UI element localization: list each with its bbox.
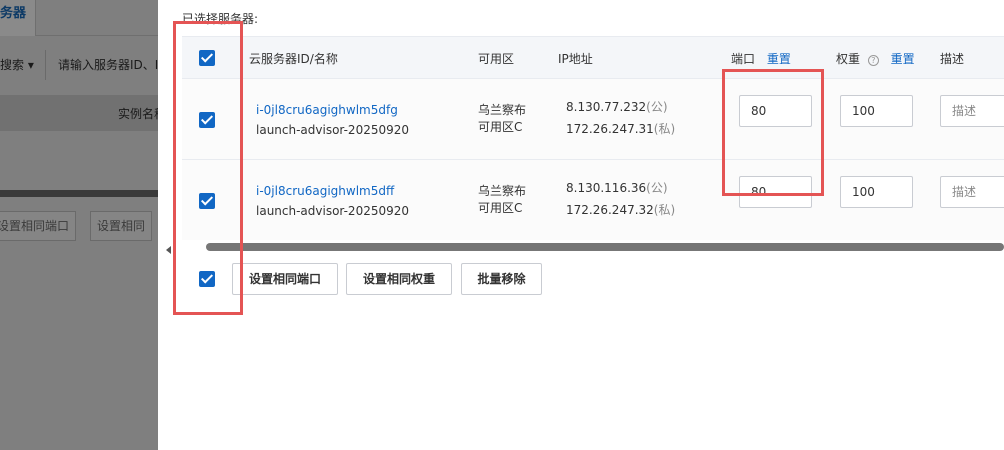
selected-servers-table: 云服务器ID/名称 可用区 IP地址 端口 重置 权重 ? 重置 描述 i-0j… bbox=[182, 36, 1004, 240]
bg-tab: 务器 bbox=[0, 0, 36, 36]
table-row: i-0jl8cru6agighwlm5dfg launch-advisor-20… bbox=[182, 78, 1004, 159]
bg-search-dropdown: 搜索 ▾ bbox=[0, 50, 46, 80]
private-ip: 172.26.247.31(私) bbox=[566, 122, 676, 136]
weight-input[interactable]: 100 bbox=[840, 95, 913, 127]
public-ip: 8.130.116.36(公) bbox=[566, 181, 668, 195]
port-reset-link[interactable]: 重置 bbox=[767, 52, 791, 66]
weight-reset-link[interactable]: 重置 bbox=[891, 52, 915, 66]
bg-scrollbar bbox=[0, 190, 158, 197]
select-all-checkbox[interactable] bbox=[199, 50, 215, 66]
weight-input[interactable]: 100 bbox=[840, 176, 913, 208]
zone-name: 可用区C bbox=[478, 201, 523, 215]
private-ip: 172.26.247.32(私) bbox=[566, 203, 676, 217]
row-checkbox[interactable] bbox=[199, 193, 215, 209]
bg-same-port-button: 设置相同端口 bbox=[0, 211, 77, 241]
column-desc: 描述 bbox=[940, 52, 965, 66]
selected-servers-drawer: 已选择服务器: 云服务器ID/名称 可用区 IP地址 端口 重置 权重 ? 重置… bbox=[158, 0, 1004, 450]
column-server: 云服务器ID/名称 bbox=[249, 52, 338, 66]
help-icon[interactable]: ? bbox=[867, 55, 879, 66]
column-port: 端口 重置 bbox=[731, 50, 791, 67]
same-weight-button[interactable]: 设置相同权重 bbox=[346, 263, 452, 295]
section-title: 已选择服务器: bbox=[182, 12, 259, 26]
server-name: launch-advisor-20250920 bbox=[256, 123, 410, 137]
server-name: launch-advisor-20250920 bbox=[256, 204, 410, 218]
scroll-left-arrow-icon[interactable] bbox=[166, 246, 171, 254]
bg-same-weight-button: 设置相同 bbox=[90, 211, 153, 241]
bulk-remove-button[interactable]: 批量移除 bbox=[461, 263, 542, 295]
public-ip: 8.130.77.232(公) bbox=[566, 100, 668, 114]
same-port-button[interactable]: 设置相同端口 bbox=[232, 263, 338, 295]
column-port-label: 端口 bbox=[731, 52, 756, 66]
bulk-select-checkbox[interactable] bbox=[199, 271, 215, 287]
port-input[interactable]: 80 bbox=[739, 176, 812, 208]
zone-name: 可用区C bbox=[478, 120, 523, 134]
bg-tab-label: 务器 bbox=[0, 6, 27, 21]
bg-search-input: 请输入服务器ID、I bbox=[58, 58, 158, 72]
port-input[interactable]: 80 bbox=[739, 95, 812, 127]
table-header: 云服务器ID/名称 可用区 IP地址 端口 重置 权重 ? 重置 描述 bbox=[182, 36, 1004, 78]
bg-column-instance-name: 实例名称 bbox=[118, 107, 158, 121]
horizontal-scrollbar[interactable] bbox=[206, 243, 1004, 251]
column-weight-label: 权重 bbox=[836, 52, 861, 66]
column-ip: IP地址 bbox=[558, 52, 593, 66]
description-input[interactable]: 描述 bbox=[940, 176, 1004, 208]
bg-table-header: 实例名称 bbox=[0, 95, 158, 131]
description-input[interactable]: 描述 bbox=[940, 95, 1004, 127]
column-zone: 可用区 bbox=[478, 52, 515, 66]
table-row: i-0jl8cru6agighwlm5dff launch-advisor-20… bbox=[182, 159, 1004, 240]
background-page: 务器 搜索 ▾ 请输入服务器ID、I 实例名称 设置相同端口 设置相同 bbox=[0, 0, 158, 450]
server-id-link[interactable]: i-0jl8cru6agighwlm5dfg bbox=[256, 101, 398, 120]
server-id-link[interactable]: i-0jl8cru6agighwlm5dff bbox=[256, 182, 394, 201]
bg-tab-divider bbox=[36, 35, 158, 36]
row-checkbox[interactable] bbox=[199, 112, 215, 128]
column-weight: 权重 ? 重置 bbox=[836, 50, 915, 67]
